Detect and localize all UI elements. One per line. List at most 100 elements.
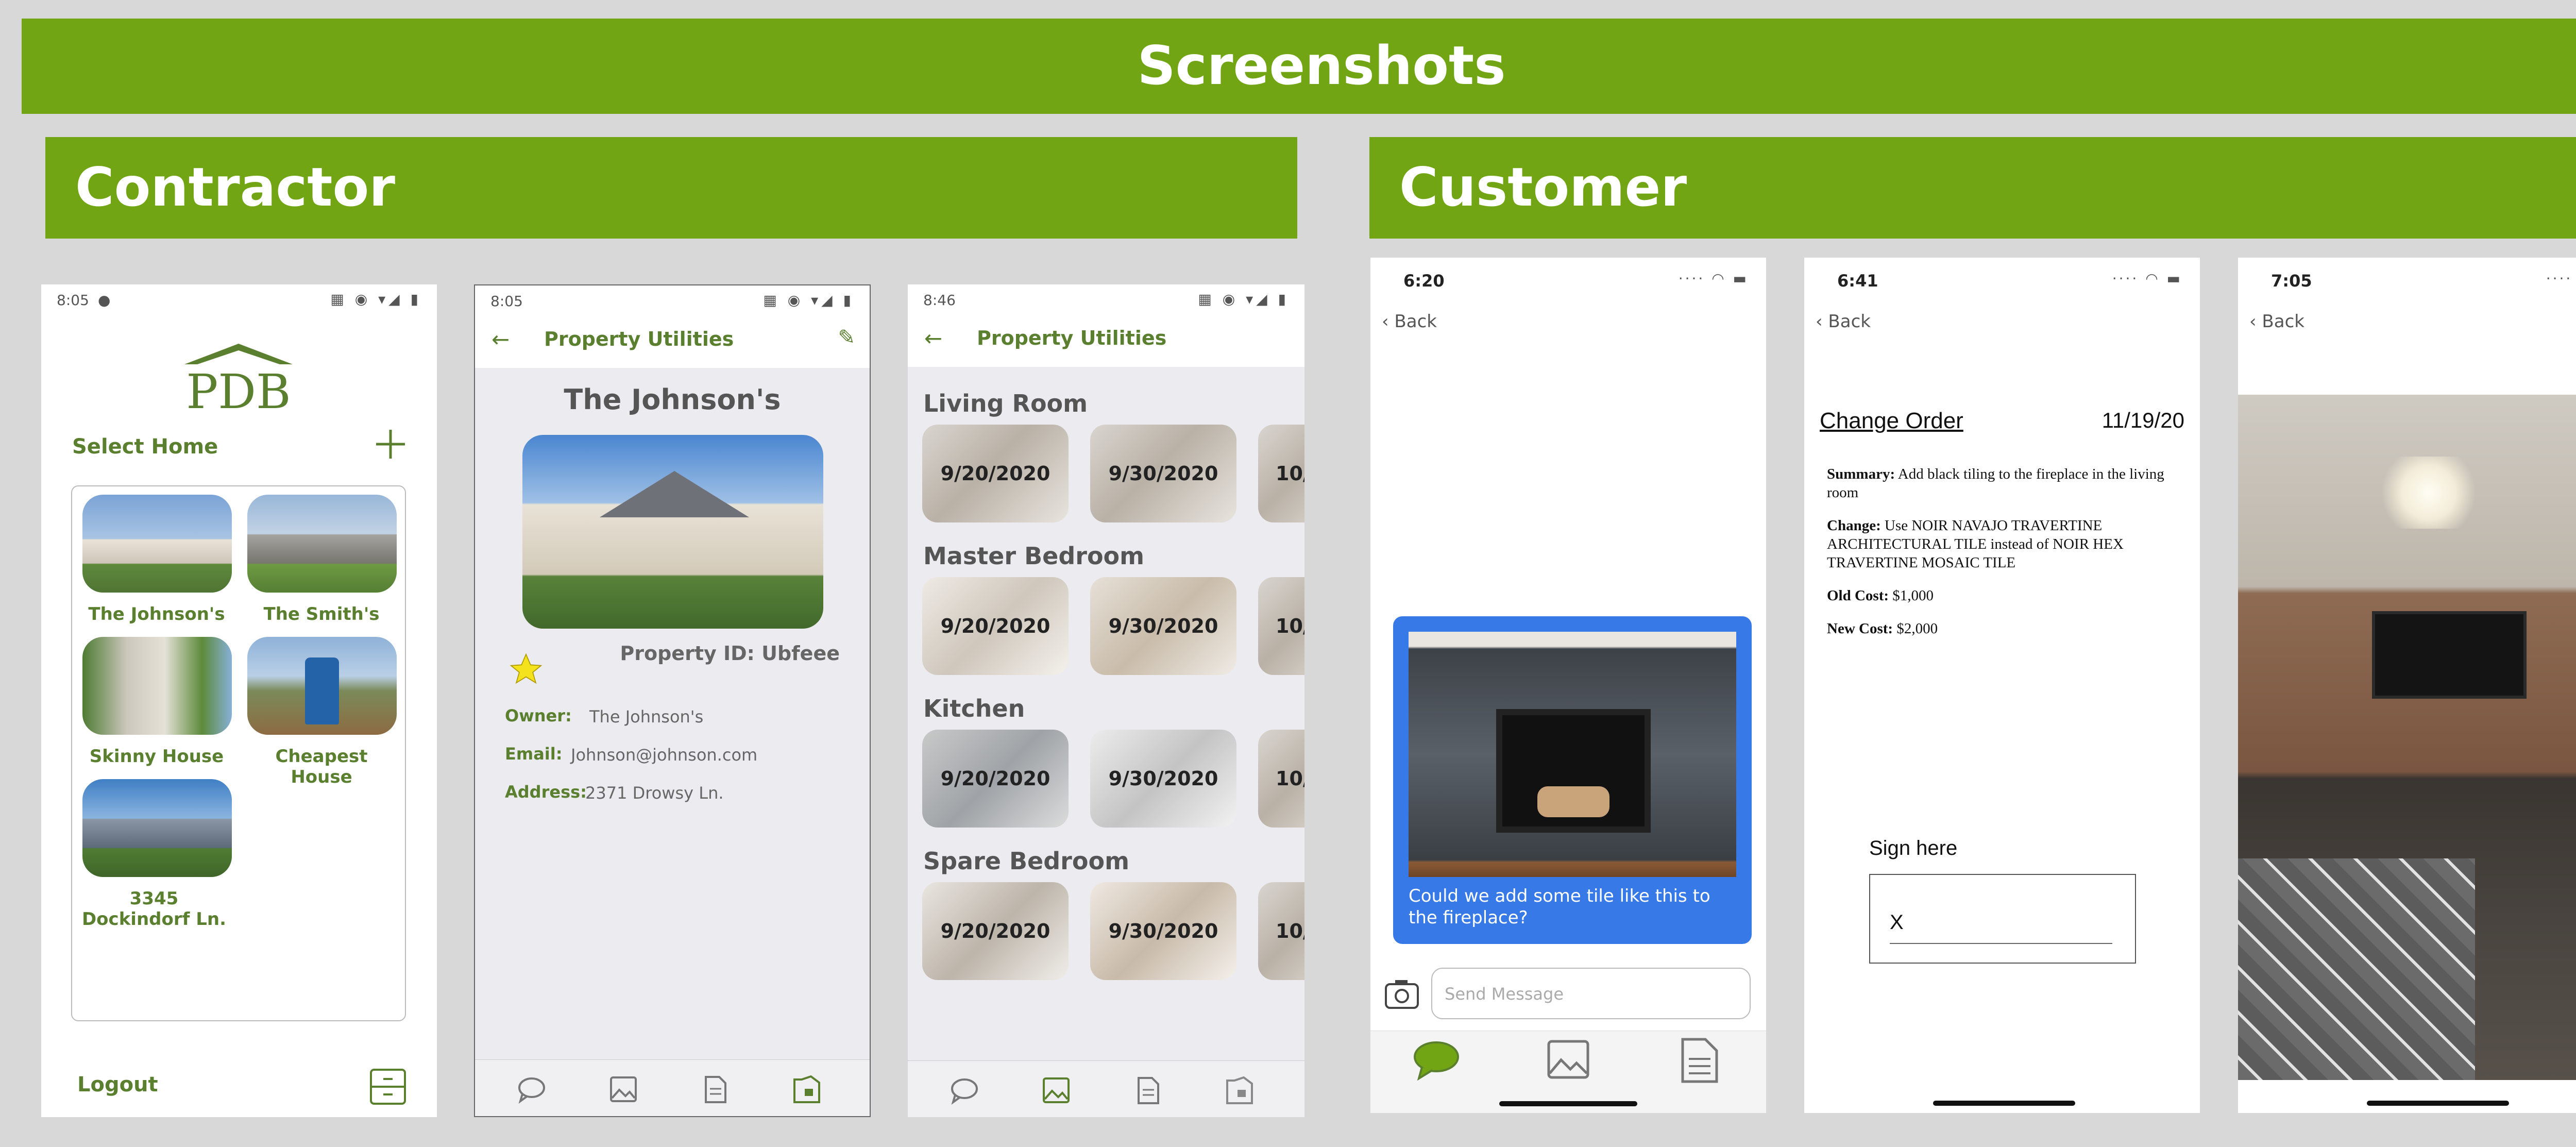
status-icons: ▦ ◉ ▾◢ ▮ bbox=[1198, 291, 1289, 308]
home-indicator[interactable] bbox=[1933, 1101, 2075, 1106]
photo-date: 9/30/2020 bbox=[1108, 767, 1218, 790]
house-blueprint-icon[interactable] bbox=[1224, 1076, 1255, 1105]
bottom-nav bbox=[908, 1060, 1304, 1117]
back-label: Back bbox=[1394, 311, 1437, 332]
chat-bubble-icon[interactable] bbox=[1412, 1039, 1461, 1081]
address-value: 2371 Drowsy Ln. bbox=[585, 783, 724, 803]
archive-icon[interactable] bbox=[369, 1068, 407, 1106]
document-icon[interactable] bbox=[1132, 1076, 1163, 1105]
status-icons: ···· ◠ ▬ bbox=[2112, 270, 2182, 287]
bottom-nav bbox=[1370, 1031, 1766, 1113]
house-name[interactable]: The Smith's bbox=[244, 604, 399, 625]
photo-tile[interactable]: 9/20/2020 bbox=[922, 882, 1069, 980]
room-photo[interactable] bbox=[2238, 395, 2576, 1080]
room-title: Spare Bedroom bbox=[923, 847, 1130, 875]
status-icons: ···· ◠ ▬ bbox=[1678, 270, 1749, 287]
status-time: 6:41 bbox=[1837, 271, 1878, 291]
house-image[interactable] bbox=[82, 637, 232, 735]
home-indicator[interactable] bbox=[2367, 1101, 2509, 1106]
photo-tile[interactable]: 9/20/2020 bbox=[922, 577, 1069, 675]
back-button[interactable]: ‹ Back bbox=[1816, 311, 1871, 332]
message-placeholder: Send Message bbox=[1445, 984, 1564, 1004]
chat-bubble-icon[interactable] bbox=[949, 1076, 980, 1105]
header-title: Property Utilities bbox=[544, 328, 734, 350]
status-time: 6:20 bbox=[1403, 271, 1445, 291]
status-icons: ···· ◠ ▬ bbox=[2546, 270, 2576, 287]
svg-text:PDB: PDB bbox=[186, 364, 291, 413]
gallery-icon[interactable] bbox=[1546, 1039, 1592, 1081]
couch-blanket bbox=[2238, 858, 2475, 1080]
photo-tile[interactable]: 9/30/2020 bbox=[1090, 425, 1236, 522]
status-time: 8:05 bbox=[490, 293, 523, 310]
photo-tile[interactable]: 10/ bbox=[1258, 882, 1304, 980]
house-name[interactable]: Cheapest House bbox=[244, 746, 399, 787]
house-name[interactable]: Skinny House bbox=[79, 746, 234, 767]
photo-date: 10/ bbox=[1276, 462, 1304, 485]
back-arrow-icon[interactable]: ← bbox=[492, 327, 510, 352]
house-blueprint-icon[interactable] bbox=[791, 1075, 822, 1104]
add-home-button[interactable] bbox=[375, 429, 406, 460]
old-cost-label: Old Cost: bbox=[1827, 587, 1889, 604]
owner-label: Owner: bbox=[505, 706, 572, 726]
old-cost-value: $1,000 bbox=[1892, 587, 1934, 604]
signature-line bbox=[1890, 943, 2112, 944]
new-cost-value: $2,000 bbox=[1896, 620, 1938, 637]
house-name[interactable]: The Johnson's bbox=[79, 604, 234, 625]
bottom-nav bbox=[475, 1059, 870, 1116]
photo-tile[interactable]: 9/20/2020 bbox=[922, 730, 1069, 828]
photo-date: 10/ bbox=[1276, 767, 1304, 790]
favorite-star-icon[interactable] bbox=[508, 651, 544, 687]
photo-date: 9/20/2020 bbox=[940, 462, 1050, 485]
property-name: The Johnson's bbox=[564, 383, 781, 416]
photo-tile[interactable]: 10/ bbox=[1258, 425, 1304, 522]
select-home-label: Select Home bbox=[72, 435, 218, 459]
home-indicator[interactable] bbox=[1499, 1101, 1637, 1106]
new-cost-label: New Cost: bbox=[1827, 620, 1893, 637]
back-label: Back bbox=[2262, 311, 2304, 332]
edit-icon[interactable]: ✎ bbox=[838, 326, 855, 349]
photo-date: 9/30/2020 bbox=[1108, 615, 1218, 637]
gallery-icon[interactable] bbox=[1041, 1076, 1072, 1105]
photo-tile[interactable]: 9/30/2020 bbox=[1090, 730, 1236, 828]
house-image[interactable] bbox=[247, 637, 397, 735]
status-time: 8:46 bbox=[923, 292, 956, 309]
gallery-icon[interactable] bbox=[608, 1075, 639, 1104]
photo-tile[interactable]: 10/ bbox=[1258, 730, 1304, 828]
back-button[interactable]: ‹ Back bbox=[1382, 311, 1437, 332]
change-label: Change: bbox=[1827, 517, 1881, 534]
document-icon[interactable] bbox=[700, 1075, 731, 1104]
home-list: The Johnson's The Smith's Skinny House C… bbox=[71, 485, 406, 1021]
photo-date: 9/20/2020 bbox=[940, 615, 1050, 637]
fireplace-photo[interactable] bbox=[1409, 632, 1736, 877]
message-input[interactable]: Send Message bbox=[1431, 968, 1751, 1019]
back-arrow-icon[interactable]: ← bbox=[924, 326, 942, 351]
property-image bbox=[522, 435, 823, 629]
property-id: Property ID: Ubfeee bbox=[620, 642, 840, 665]
camera-icon[interactable] bbox=[1384, 977, 1420, 1010]
screenshots-board: Screenshots Contractor Customer 8:05 ● ▦… bbox=[22, 0, 2576, 1147]
house-image[interactable] bbox=[82, 495, 232, 593]
signature-box[interactable]: X bbox=[1869, 874, 2136, 964]
page-title: Screenshots bbox=[22, 19, 2576, 114]
document-icon[interactable] bbox=[1679, 1037, 1720, 1084]
photo-tile[interactable]: 10/ bbox=[1258, 577, 1304, 675]
back-button[interactable]: ‹ Back bbox=[2249, 311, 2304, 332]
photo-date: 9/20/2020 bbox=[940, 767, 1050, 790]
house-name[interactable]: 3345 Dockindorf Ln. bbox=[74, 888, 234, 930]
email-label: Email: bbox=[505, 744, 563, 764]
logout-button[interactable]: Logout bbox=[77, 1073, 158, 1097]
photo-view-screen: 7:05 ···· ◠ ▬ ‹ Back bbox=[2238, 258, 2576, 1113]
chevron-left-icon: ‹ bbox=[2249, 311, 2262, 332]
photo-date: 10/ bbox=[1276, 615, 1304, 637]
app-header: 8:46 ▦ ◉ ▾◢ ▮ ← Property Utilities bbox=[908, 284, 1304, 367]
photo-date: 9/20/2020 bbox=[940, 920, 1050, 942]
chat-bubble-icon[interactable] bbox=[516, 1075, 547, 1104]
photo-tile[interactable]: 9/30/2020 bbox=[1090, 882, 1236, 980]
house-image[interactable] bbox=[247, 495, 397, 593]
photo-tile[interactable]: 9/20/2020 bbox=[922, 425, 1069, 522]
house-image[interactable] bbox=[82, 779, 232, 877]
summary-label: Summary: bbox=[1827, 466, 1895, 482]
status-time: 8:05 bbox=[57, 292, 89, 309]
photo-tile[interactable]: 9/30/2020 bbox=[1090, 577, 1236, 675]
photo-date: 9/30/2020 bbox=[1108, 462, 1218, 485]
